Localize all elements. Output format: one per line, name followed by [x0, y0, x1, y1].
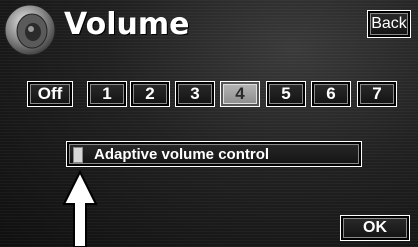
volume-off-button[interactable]: Off: [27, 81, 73, 107]
speaker-icon: [4, 4, 56, 56]
volume-level-7-button[interactable]: 7: [357, 81, 397, 107]
back-button[interactable]: Back: [367, 10, 411, 38]
volume-level-3-button[interactable]: 3: [175, 81, 215, 107]
volume-level-4-button[interactable]: 4: [220, 81, 260, 107]
volume-level-1-button[interactable]: 1: [87, 81, 127, 107]
up-arrow-icon: [62, 170, 98, 247]
volume-level-6-button[interactable]: 6: [311, 81, 351, 107]
ok-button[interactable]: OK: [340, 215, 410, 241]
volume-screen: Volume Back Off 1 2 3 4 5 6 7 Adaptive v…: [0, 0, 418, 247]
adaptive-volume-control-button[interactable]: Adaptive volume control: [66, 141, 362, 167]
adaptive-volume-indicator: [73, 147, 83, 163]
volume-level-5-button[interactable]: 5: [266, 81, 306, 107]
adaptive-volume-label: Adaptive volume control: [94, 146, 270, 163]
page-title: Volume: [64, 7, 190, 42]
volume-level-2-button[interactable]: 2: [130, 81, 170, 107]
